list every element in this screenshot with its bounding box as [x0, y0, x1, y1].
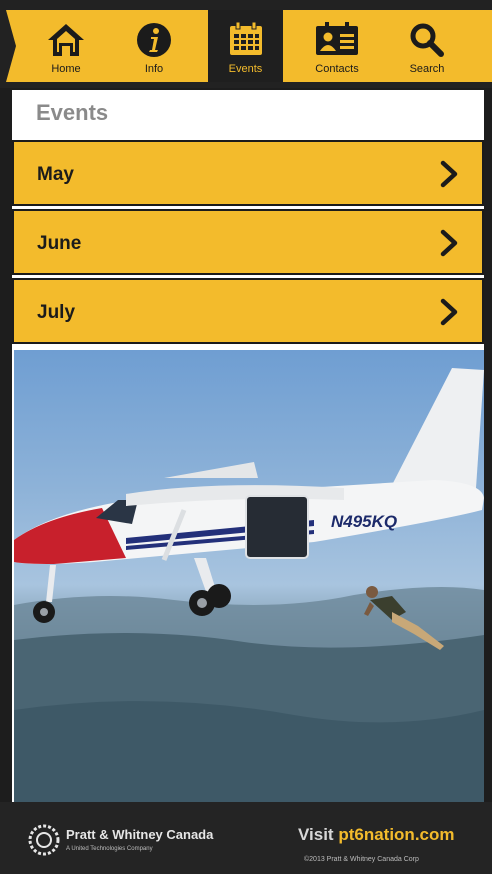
pwc-logo-icon — [28, 824, 60, 856]
nav-label-home: Home — [51, 63, 81, 75]
skydiving-plane-photo: N495KQ — [14, 350, 484, 802]
month-label: May — [37, 164, 74, 185]
info-icon — [137, 23, 171, 57]
copyright: ©2013 Pratt & Whitney Canada Corp — [304, 856, 419, 863]
chevron-right-icon — [440, 229, 458, 257]
month-row-june[interactable]: June — [12, 209, 484, 275]
calendar-icon — [229, 22, 262, 55]
visit-label: Visit — [298, 825, 334, 844]
chevron-right-icon — [440, 298, 458, 326]
top-navigation: Home Info Events Contacts Search — [0, 0, 492, 88]
chevron-right-icon — [440, 160, 458, 188]
nav-label-events: Events — [228, 63, 263, 75]
brand-name: Pratt & Whitney Canada — [66, 827, 214, 842]
nav-item-contacts[interactable]: Contacts — [298, 10, 376, 82]
month-row-july[interactable]: July — [12, 278, 484, 344]
nav-label-info: Info — [144, 63, 164, 75]
nav-label-contacts: Contacts — [315, 63, 359, 75]
home-icon — [48, 24, 84, 56]
brand-subtitle: A United Technologies Company — [66, 846, 153, 852]
month-label: July — [37, 302, 76, 323]
visit-site[interactable]: pt6nation.com — [338, 825, 454, 844]
aircraft-registration: N495KQ — [331, 512, 397, 531]
month-label: June — [37, 233, 82, 254]
nav-item-search[interactable]: Search — [388, 10, 466, 82]
nav-item-info[interactable]: Info — [116, 10, 192, 82]
nav-label-search: Search — [409, 63, 445, 75]
plane-illustration: N495KQ — [14, 368, 484, 802]
month-row-may[interactable]: May — [12, 140, 484, 206]
contact-card-icon — [316, 22, 358, 55]
page-title: Events — [36, 100, 109, 125]
visit-link[interactable]: Visit pt6nation.com — [298, 825, 455, 845]
nav-item-home[interactable]: Home — [28, 10, 104, 82]
search-icon — [410, 23, 444, 57]
nav-item-events[interactable]: Events — [208, 10, 283, 82]
